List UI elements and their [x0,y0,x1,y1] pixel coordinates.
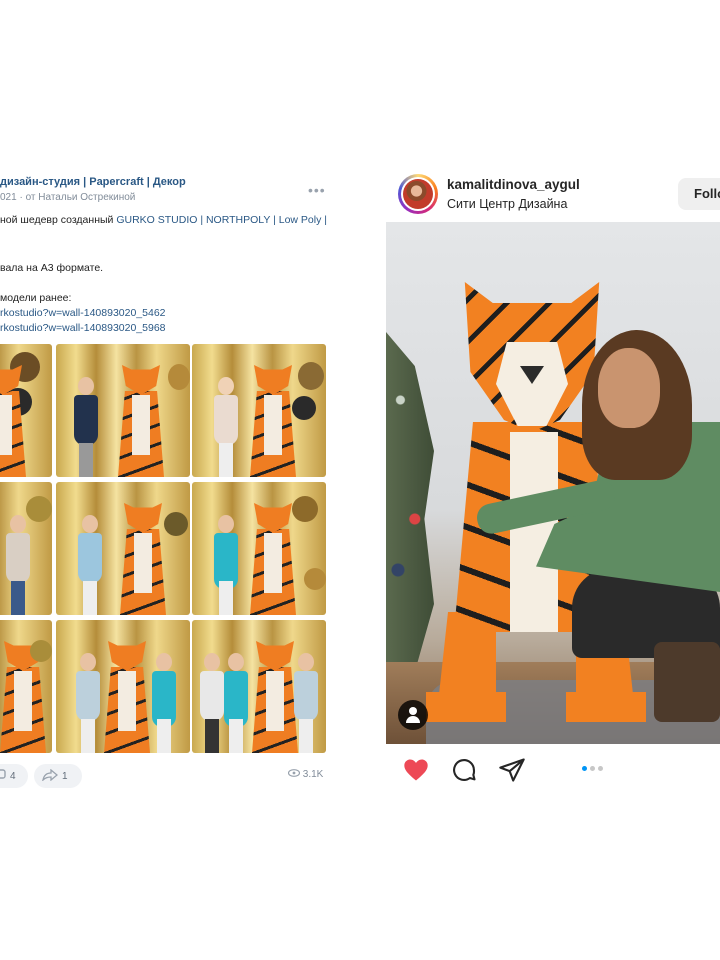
vk-post-author[interactable]: дизайн-студия | Papercraft | Декор [0,176,186,188]
vk-photo[interactable] [192,620,326,753]
comment-icon [0,768,6,784]
carousel-dot [598,766,603,771]
vk-post-text-link[interactable]: GURKO STUDIO | NORTHPOLY | Low Poly | [116,214,327,226]
post-photo[interactable] [386,222,720,744]
vk-photo[interactable] [0,482,52,615]
vk-post-actions: 4 1 3.1K [0,764,340,790]
post-actions [386,754,720,788]
instagram-post: kamalitdinova_aygul Сити Центр Дизайна F… [386,168,720,788]
carousel-indicator [582,766,603,771]
carousel-dot [582,766,587,771]
vk-photo[interactable] [192,482,326,615]
vk-post-date: 021 · от Натальи Острекиной [0,192,136,203]
views-counter: 3.1K [287,769,324,780]
carousel-dot [590,766,595,771]
username[interactable]: kamalitdinova_aygul [447,177,580,192]
vk-photo[interactable] [56,344,190,477]
vk-photo[interactable] [56,620,190,753]
comment-button[interactable]: 4 [0,764,28,788]
vk-post-text-line-2: вала на А3 формате. [0,262,104,274]
vk-photo[interactable] [192,344,326,477]
vk-photo[interactable] [56,482,190,615]
views-count: 3.1K [302,769,324,780]
vk-post-link-2[interactable]: rkostudio?w=wall-140893020_5968 [0,322,166,334]
vk-photo-grid [0,344,328,754]
shares-count: 1 [62,770,68,782]
follow-button[interactable]: Follow [678,178,720,210]
avatar[interactable] [398,174,438,214]
location[interactable]: Сити Центр Дизайна [447,197,567,211]
comments-count: 4 [10,770,16,782]
vk-post-text-line-3: модели ранее: [0,292,72,304]
comment-bubble-icon[interactable] [450,756,478,784]
share-icon [41,768,59,784]
vk-photo[interactable] [0,344,52,477]
vk-post: дизайн-студия | Papercraft | Декор 021 ·… [0,168,340,808]
send-icon[interactable] [498,756,526,784]
vk-post-text: ной шедевр созданный [0,214,117,226]
user-tag-icon[interactable] [398,700,428,730]
eye-icon [287,769,303,780]
share-button[interactable]: 1 [34,764,82,788]
more-dots-icon[interactable]: ••• [308,182,326,198]
vk-photo[interactable] [0,620,52,753]
vk-post-text-line-1: ной шедевр созданный GURKO STUDIO | NORT… [0,214,327,226]
vk-post-link-1[interactable]: rkostudio?w=wall-140893020_5462 [0,307,166,319]
heart-icon[interactable] [402,756,430,784]
